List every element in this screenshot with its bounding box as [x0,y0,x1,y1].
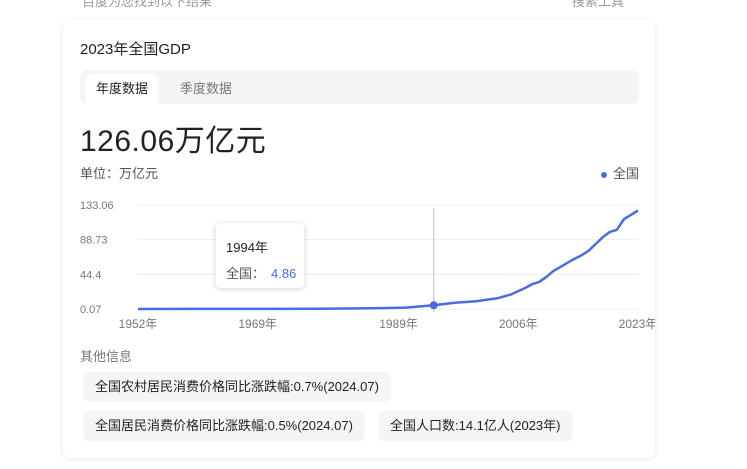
tooltip-row: 全国： 4.86 [226,263,296,282]
card-title: 2023年全国GDP [80,41,191,58]
other-info-title: 其他信息 [80,349,133,364]
unit-label: 单位：万亿元 [80,166,159,181]
tab-quarterly[interactable]: 季度数据 [170,74,242,104]
legend-dot-icon [600,171,607,178]
results-hint: 百度为您找到以下结果 [82,0,213,9]
y-tick-label: 88.73 [80,235,108,247]
x-tick-label: 2023年 [619,317,655,331]
chart-tooltip: 1994年 全国： 4.86 [216,223,304,288]
gdp-value: 126.06万亿元 [80,125,267,158]
x-tick-label: 1969年 [238,317,277,331]
x-tick-label: 1952年 [119,317,158,331]
gdp-card: 2023年全国GDP 年度数据 季度数据 126.06万亿元 单位：万亿元 全国… [63,20,655,458]
tooltip-series-label: 全国： [226,266,266,281]
tab-annual[interactable]: 年度数据 [86,74,159,104]
chart-legend[interactable]: 全国 [600,163,639,182]
x-tick-label: 1989年 [379,317,418,331]
chip-rural-cpi[interactable]: 全国农村居民消费价格同比涨跌幅:0.7%(2024.07) [83,372,391,402]
y-tick-label: 133.06 [80,200,114,212]
chip-cpi[interactable]: 全国居民消费价格同比涨跌幅:0.5%(2024.07) [83,411,365,441]
tooltip-value: 4.86 [271,266,297,281]
data-tabs: 年度数据 季度数据 [80,70,639,104]
chip-population[interactable]: 全国人口数:14.1亿人(2023年) [378,411,573,441]
y-tick-label: 44.4 [80,269,101,281]
highlight-point [429,301,438,310]
x-tick-label: 2006年 [499,317,538,331]
y-tick-label: 0.07 [80,304,101,316]
tooltip-year: 1994年 [226,240,268,255]
series-line-national [137,209,639,311]
legend-label: 全国 [612,166,639,181]
search-tools-link[interactable]: 搜索工具 [572,0,624,10]
